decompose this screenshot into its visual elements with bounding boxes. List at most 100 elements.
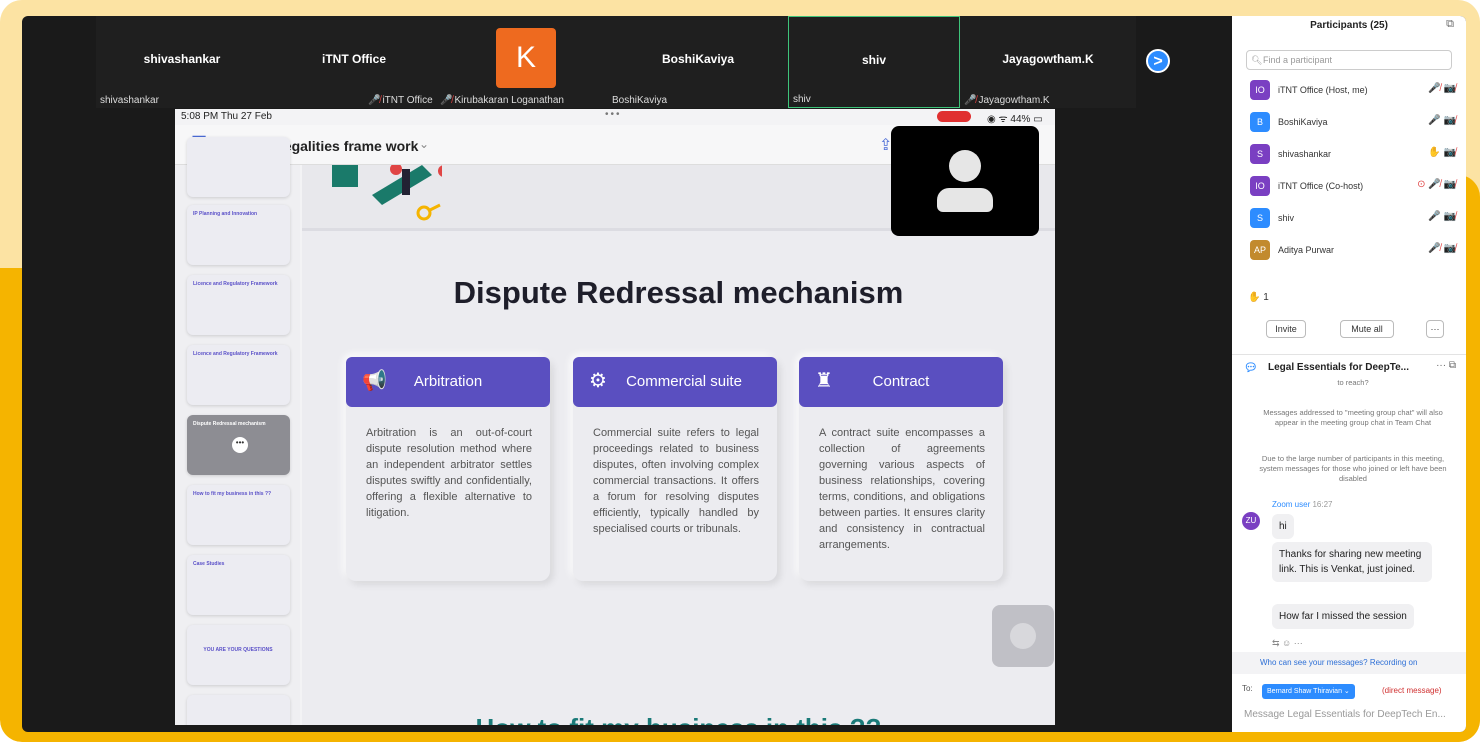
slide-title: Dispute Redressal mechanism: [453, 275, 904, 310]
avatar: IO: [1250, 80, 1270, 100]
participant-name: iTNT Office (Co-host): [1278, 181, 1364, 191]
chat-title: Legal Essentials for DeepTe...: [1268, 362, 1409, 373]
participants-panel: Participants (25) ⧉ 🔍︎ Find a participant…: [1232, 16, 1466, 732]
message-sender: Zoom user 16:27: [1272, 500, 1333, 509]
participant-row[interactable]: AP Aditya Purwar 🎤̸ 📷̸: [1250, 238, 1456, 262]
participant-name: Aditya Purwar: [1278, 245, 1335, 255]
participant-row[interactable]: B BoshiKaviya 🎤 📷̸: [1250, 110, 1456, 134]
slide-thumbnail[interactable]: How to fit my business in this ??: [187, 485, 290, 545]
chat-message-input[interactable]: Message Legal Essentials for DeepTech En…: [1244, 709, 1460, 720]
tile-label: 🎤̸ Kirubakaran Loganathan: [440, 95, 564, 106]
participant-name: iTNT Office (Host, me): [1278, 85, 1368, 95]
card-title: Commercial suite: [626, 373, 742, 390]
screenshot-frame: ✋ shivashankar shivashankar iTNT Office …: [0, 0, 1480, 742]
participant-name: shivashankar: [1278, 149, 1332, 159]
tile-label-text: shiv: [793, 94, 811, 105]
card-commercial-suite: ⚙ Commercial suite Commercial suite refer…: [573, 357, 777, 581]
search-placeholder: Find a participant: [1263, 55, 1333, 65]
mute-all-button[interactable]: Mute all: [1340, 320, 1394, 338]
participant-status-icons: 🎤̸ 📷̸: [1428, 83, 1456, 94]
multitask-dots-icon: •••: [605, 109, 622, 120]
current-slide: Dispute Redressal mechanism 📢 Arbitration…: [302, 165, 1055, 725]
video-tile-active-speaker[interactable]: shiv shiv: [788, 16, 960, 108]
chat-message-partial: to reach?: [1337, 378, 1369, 387]
assistive-touch-button[interactable]: [992, 605, 1054, 667]
people-illustration: [332, 165, 442, 221]
system-message: Due to the large number of participants …: [1259, 454, 1447, 483]
who-can-see-notice[interactable]: Who can see your messages? Recording on: [1232, 652, 1466, 674]
participant-status-icons: ✋ 📷̸: [1428, 147, 1456, 158]
more-options-button[interactable]: ···: [1426, 320, 1444, 338]
avatar: IO: [1250, 176, 1270, 196]
card-header: ♜ Contract: [799, 357, 1003, 407]
tile-label: BoshiKaviya: [612, 95, 667, 106]
slide-thumbnail[interactable]: [187, 695, 290, 725]
chat-header: 💬︎ Legal Essentials for DeepTe... ··· ⧉: [1232, 354, 1466, 380]
thumb-title: Licence and Regulatory Framework: [193, 281, 278, 287]
participant-search-input[interactable]: 🔍︎ Find a participant: [1246, 50, 1452, 70]
tile-label: shiv: [793, 94, 811, 105]
avatar: AP: [1250, 240, 1270, 260]
gallery-strip: shivashankar shivashankar iTNT Office 🎤̸…: [96, 16, 1136, 108]
slide-thumbnail[interactable]: Licence and Regulatory Framework: [187, 275, 290, 335]
system-message: Messages addressed to "meeting group cha…: [1263, 408, 1443, 427]
direct-message-label: (direct message): [1382, 686, 1442, 695]
raised-hands-count: ✋ 1: [1248, 292, 1269, 303]
slide-thumbnail[interactable]: Licence and Regulatory Framework: [187, 345, 290, 405]
person-placeholder-body: [937, 188, 993, 212]
recipient-dropdown[interactable]: Bernard Shaw Thiravian ⌄: [1262, 684, 1355, 699]
chevron-down-icon[interactable]: ⌄: [419, 137, 429, 151]
slide-thumbnail[interactable]: IP Planning and Innovation: [187, 205, 290, 265]
tile-label: 🎤̸ iTNT Office: [368, 95, 433, 106]
battery-level: 44%: [1010, 114, 1031, 125]
avatar: B: [1250, 112, 1270, 132]
participant-status-icons: 🎤 📷̸: [1428, 115, 1456, 126]
megaphone-icon: 📢: [362, 370, 387, 392]
tile-name: iTNT Office: [321, 52, 386, 66]
card-arbitration: 📢 Arbitration Arbitration is an out-of-co…: [346, 357, 550, 581]
card-contract: ♜ Contract A contract suite encompasses a…: [799, 357, 1003, 581]
avatar: S: [1250, 208, 1270, 228]
slide-thumbnail[interactable]: YOU ARE YOUR QUESTIONS: [187, 625, 290, 685]
video-tile[interactable]: iTNT Office 🎤̸ iTNT Office: [268, 16, 440, 108]
chat-options-icon[interactable]: ··· ⧉: [1436, 360, 1456, 371]
chat-message: Thanks for sharing new meeting link. Thi…: [1272, 542, 1432, 582]
chat-icon: 💬︎: [1244, 362, 1258, 374]
video-tile[interactable]: Jayagowtham.K 🎤̸ Jayagowtham.K: [962, 16, 1134, 108]
tile-label: 🎤̸ Jayagowtham.K: [964, 95, 1050, 106]
slide-thumbnail[interactable]: [187, 137, 290, 197]
thumb-title: IP Planning and Innovation: [193, 211, 258, 217]
tile-label-text: shivashankar: [100, 95, 159, 106]
gallery-next-button[interactable]: >: [1146, 49, 1170, 73]
self-video-thumbnail[interactable]: [891, 126, 1039, 236]
slide-thumbnail[interactable]: Case Studies: [187, 555, 290, 615]
slide-thumbnail-selected[interactable]: Dispute Redressal mechanism •••: [187, 415, 290, 475]
participant-name: BoshiKaviya: [1278, 117, 1328, 127]
invite-button[interactable]: Invite: [1266, 320, 1306, 338]
status-time: 5:08 PM Thu 27 Feb: [181, 111, 272, 122]
popout-icon[interactable]: ⧉: [1446, 18, 1454, 31]
participant-status-icons: ⊙ 🎤̸ 📷̸: [1417, 179, 1456, 190]
tile-label-text: iTNT Office: [382, 95, 433, 106]
video-tile[interactable]: K 🎤̸ Kirubakaran Loganathan: [440, 16, 612, 108]
video-tile[interactable]: shivashankar shivashankar: [96, 16, 268, 108]
next-slide-heading: How to fit my business in this ??: [302, 713, 1055, 725]
tile-label-text: Kirubakaran Loganathan: [454, 95, 564, 106]
raise-hand-icon: ✋: [1248, 292, 1261, 303]
sender-name: Zoom user: [1272, 500, 1311, 509]
participant-row[interactable]: IO iTNT Office (Co-host) ⊙ 🎤̸ 📷̸: [1250, 174, 1456, 198]
avatar: S: [1250, 144, 1270, 164]
slide-thumbnails: IP Planning and Innovation Licence and R…: [175, 137, 300, 725]
message-reaction-tools[interactable]: ⇆ ☺ ···: [1272, 638, 1303, 649]
card-header: ⚙ Commercial suite: [573, 357, 777, 407]
participant-row[interactable]: S shiv 🎤 📷̸: [1250, 206, 1456, 230]
muted-mic-icon: 🎤̸: [368, 95, 381, 106]
video-tile[interactable]: BoshiKaviya BoshiKaviya: [612, 16, 784, 108]
participant-row[interactable]: IO iTNT Office (Host, me) 🎤̸ 📷̸: [1250, 78, 1456, 102]
chat-message: How far I missed the session: [1272, 604, 1414, 629]
tile-label-text: Jayagowtham.K: [978, 95, 1050, 106]
tile-name: Jayagowtham.K: [1002, 52, 1094, 66]
avatar: ZU: [1242, 512, 1260, 530]
participant-row[interactable]: S shivashankar ✋ 📷̸: [1250, 142, 1456, 166]
more-options-icon[interactable]: •••: [232, 437, 248, 453]
